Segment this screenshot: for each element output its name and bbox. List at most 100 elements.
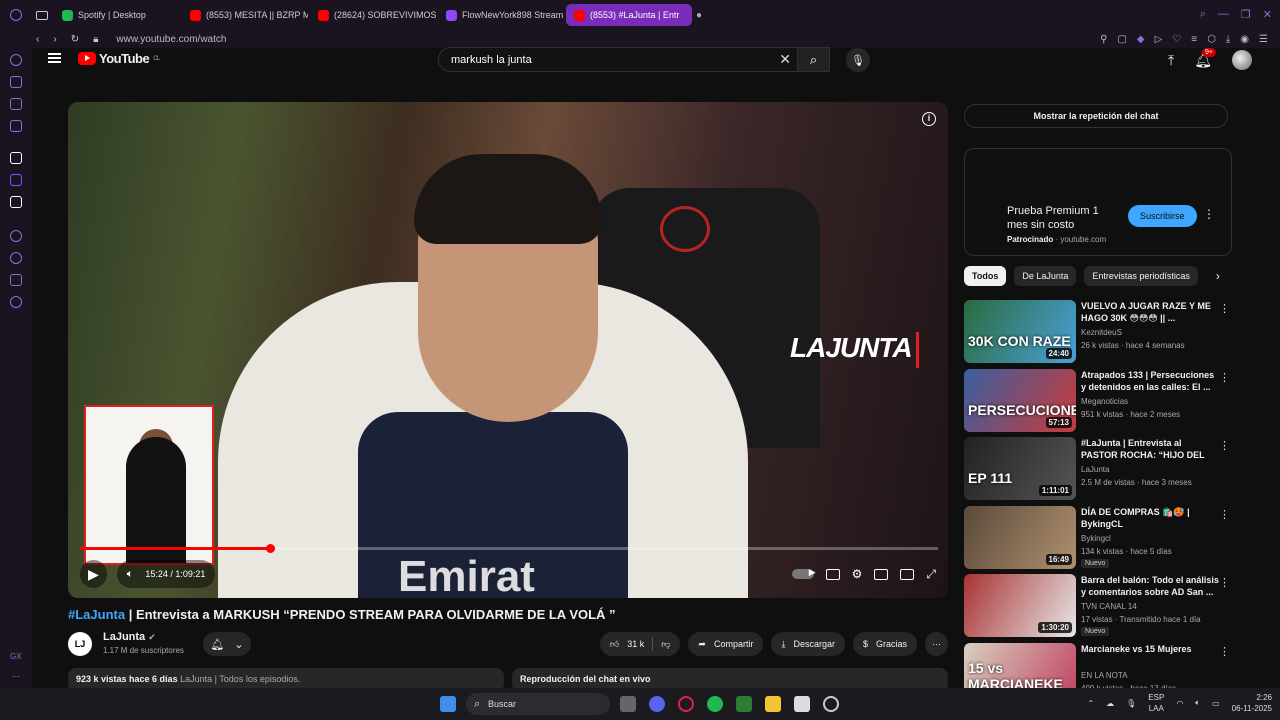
- video-player[interactable]: Emirat LAJUNTA i ▶ 🔈︎ 15:24 / 1:09:21 ⚙ …: [68, 102, 948, 598]
- video-more-icon[interactable]: ⋮: [1219, 302, 1230, 315]
- video-channel[interactable]: KeznitdeuS: [1081, 328, 1122, 337]
- volume-icon[interactable]: 🔈︎: [127, 568, 134, 581]
- chip-de-lajunta[interactable]: De LaJunta: [1014, 266, 1077, 286]
- play-icon[interactable]: ▷: [1155, 34, 1163, 45]
- file-explorer-icon[interactable]: [765, 696, 781, 712]
- messenger-icon[interactable]: [10, 54, 22, 66]
- video-more-icon[interactable]: ⋮: [1219, 508, 1230, 521]
- twitch-icon[interactable]: [10, 174, 22, 186]
- more-menu-icon[interactable]: ☰: [1259, 34, 1268, 45]
- like-button[interactable]: 👍︎ 31 k 👎︎: [599, 632, 681, 656]
- search-box[interactable]: markush la junta ✕ ⌕: [438, 47, 830, 72]
- battery-icon[interactable]: ▭: [1212, 699, 1220, 708]
- clear-search-icon[interactable]: ✕: [779, 51, 791, 68]
- browser-tab[interactable]: (8553) #LaJunta | Entr: [566, 4, 692, 26]
- video-more-icon[interactable]: ⋮: [1219, 645, 1230, 658]
- wifi-icon[interactable]: ◠: [1176, 699, 1183, 708]
- vpn-shield-icon[interactable]: [10, 98, 22, 110]
- play-pill[interactable]: ▶: [80, 560, 107, 588]
- minimize-icon[interactable]: —: [1218, 8, 1229, 21]
- bookmark-icon[interactable]: [10, 76, 22, 88]
- url-field[interactable]: www.youtube.com/watch: [116, 34, 226, 45]
- progress-bar[interactable]: [80, 544, 938, 553]
- miniplayer-icon[interactable]: [874, 568, 889, 580]
- play-icon[interactable]: ▶: [88, 566, 99, 583]
- browser-tab[interactable]: FlowNewYork898 Stream: [438, 4, 564, 26]
- related-video-item[interactable]: 16:49 DÍA DE COMPRAS 🛍️🥵 | BykingCL Byking…: [964, 505, 1232, 575]
- camera-icon[interactable]: ◉: [1240, 34, 1249, 45]
- search-tabs-icon[interactable]: ⌕: [1200, 8, 1206, 21]
- video-channel[interactable]: Meganoticias: [1081, 397, 1128, 406]
- search-button-icon[interactable]: ⌕: [797, 48, 829, 71]
- tab-overview-icon[interactable]: [36, 10, 48, 20]
- reload-icon[interactable]: ↻: [71, 34, 79, 45]
- share-button[interactable]: ➦ Compartir: [688, 632, 764, 656]
- ad-subscribe-button[interactable]: Suscribirse: [1128, 205, 1197, 227]
- settings-gear-icon[interactable]: ⚙: [852, 567, 863, 581]
- forward-icon[interactable]: ›: [53, 34, 56, 45]
- chip-todos[interactable]: Todos: [964, 266, 1007, 286]
- related-video-item[interactable]: 30K CON RAZE 24:40 VUELVO A JUGAR RAZE Y M…: [964, 300, 1232, 369]
- windows-start-icon[interactable]: [440, 696, 456, 712]
- video-title[interactable]: Marcianeke vs 15 Mujeres: [1081, 643, 1219, 655]
- create-upload-icon[interactable]: ⤒: [1168, 52, 1174, 69]
- video-channel[interactable]: LaJunta: [1081, 465, 1109, 474]
- search-input[interactable]: markush la junta: [451, 54, 532, 66]
- download-button[interactable]: ⤓ Descargar: [771, 632, 845, 656]
- youtube-logo[interactable]: YouTube CL: [78, 51, 160, 66]
- show-chat-replay-button[interactable]: Mostrar la repetición del chat: [964, 104, 1228, 128]
- cloud-icon[interactable]: ☁: [1106, 699, 1114, 708]
- ad-more-icon[interactable]: ⋮: [1203, 207, 1215, 221]
- video-channel[interactable]: Bykingcl: [1081, 534, 1111, 543]
- thanks-button[interactable]: $ Gracias: [852, 632, 917, 656]
- video-more-icon[interactable]: ⋮: [1219, 576, 1230, 589]
- browser-tab[interactable]: (28624) SOBREVIVIMOS: [310, 4, 436, 26]
- x-icon[interactable]: [10, 196, 22, 208]
- steam-icon[interactable]: [823, 696, 839, 712]
- close-window-icon[interactable]: ✕: [1263, 8, 1272, 21]
- video-thumbnail[interactable]: 1:30:20: [964, 574, 1076, 637]
- related-video-item[interactable]: 1:30:20 Barra del balón: Todo el análisis…: [964, 574, 1232, 643]
- channel-name[interactable]: LaJunta ✔: [103, 631, 156, 643]
- app-icon[interactable]: [736, 696, 752, 712]
- hamburger-menu-icon[interactable]: [48, 53, 61, 63]
- related-video-item[interactable]: EP 111 1:11:01 #LaJunta | Entrevista al PA…: [964, 437, 1232, 506]
- video-thumbnail[interactable]: PERSECUCIONES57:13: [964, 368, 1076, 432]
- video-title[interactable]: Atrapados 133 | Persecuciones y detenido…: [1081, 369, 1219, 393]
- clock[interactable]: 2:26 06-11-2025: [1232, 692, 1272, 714]
- sidebar-more-icon[interactable]: ···: [12, 672, 20, 681]
- video-channel[interactable]: TVN CANAL 14: [1081, 602, 1137, 611]
- account-avatar[interactable]: [1232, 50, 1252, 70]
- tray-chevron-icon[interactable]: ⌃: [1087, 699, 1094, 708]
- fullscreen-icon[interactable]: ⤢: [926, 567, 936, 582]
- extensions-icon[interactable]: ⬡: [1207, 34, 1216, 45]
- chevron-right-icon[interactable]: ›: [1216, 269, 1220, 283]
- video-title[interactable]: VUELVO A JUGAR RAZE Y ME HAGO 30K 😳😳😳 ||…: [1081, 300, 1219, 324]
- video-title[interactable]: DÍA DE COMPRAS 🛍️🥵 | BykingCL: [1081, 506, 1219, 530]
- browser-tab[interactable]: Spotify | Desktop: [54, 4, 180, 26]
- subscription-bell-button[interactable]: 🔔︎ ⌄: [203, 632, 251, 656]
- add-sidebar-icon[interactable]: [10, 230, 22, 242]
- subtitles-icon[interactable]: [825, 568, 840, 580]
- history-icon[interactable]: [10, 252, 22, 264]
- screenshot-icon[interactable]: ▢: [1117, 34, 1126, 45]
- browser-tab[interactable]: (8553) MESITA || BZRP M: [182, 4, 308, 26]
- browser-logo-icon[interactable]: [10, 9, 22, 21]
- heart-icon[interactable]: ♡: [1172, 34, 1181, 45]
- autoplay-toggle[interactable]: [791, 567, 816, 579]
- info-icon[interactable]: i: [922, 112, 936, 126]
- store-icon[interactable]: [794, 696, 810, 712]
- video-title[interactable]: Barra del balón: Todo el análisis y come…: [1081, 574, 1219, 598]
- opera-gx-icon[interactable]: [678, 696, 694, 712]
- gx-icon[interactable]: GX: [10, 652, 22, 661]
- channel-avatar[interactable]: LJ: [68, 632, 92, 656]
- player-icon[interactable]: [10, 274, 22, 286]
- video-thumbnail[interactable]: 16:49: [964, 505, 1076, 569]
- menu-icon[interactable]: ≡: [1191, 34, 1197, 45]
- settings-icon[interactable]: [10, 296, 22, 308]
- task-view-icon[interactable]: [620, 696, 636, 712]
- language-indicator[interactable]: ESP LAA: [1148, 692, 1164, 714]
- pin-icon[interactable]: ⚲: [1100, 34, 1107, 45]
- discord-icon[interactable]: [649, 696, 665, 712]
- taskbar-search[interactable]: Buscar: [466, 693, 610, 715]
